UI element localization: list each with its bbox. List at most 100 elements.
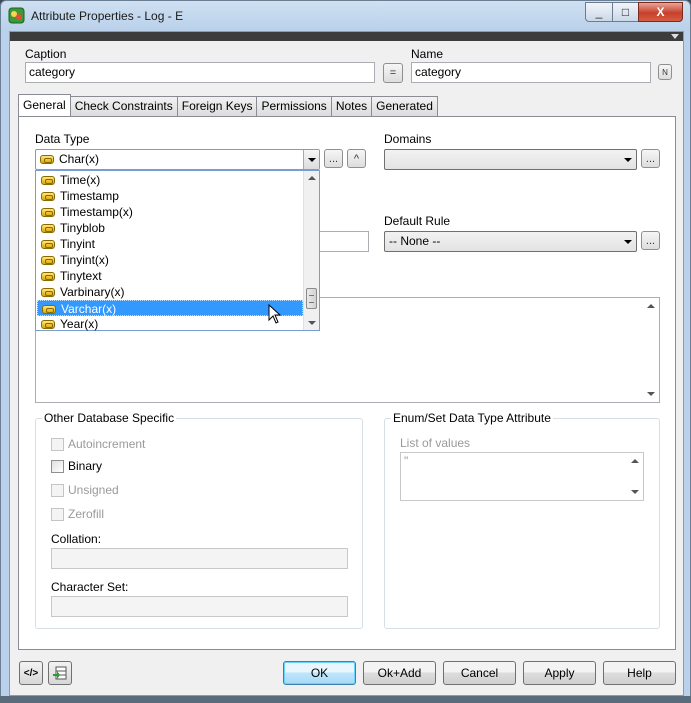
tab-permissions[interactable]: Permissions <box>256 96 332 116</box>
default-rule-ellipsis-button[interactable]: ... <box>641 231 660 250</box>
chevron-down-icon <box>307 157 316 162</box>
ellipsis-icon: ... <box>645 152 656 165</box>
default-rule-combobox[interactable]: -- None -- <box>384 231 637 252</box>
default-rule-dropdown-button[interactable] <box>620 232 636 251</box>
binary-checkbox[interactable]: Binary <box>51 459 102 473</box>
list-of-values-label: List of values <box>400 436 471 450</box>
datatype-option[interactable]: Timestamp(x) <box>37 204 303 220</box>
help-button[interactable]: Help <box>603 661 676 685</box>
list-of-values-text: " <box>404 454 409 468</box>
caption-input[interactable]: category <box>25 62 375 83</box>
minimize-icon: _ <box>595 5 603 19</box>
other-db-group: Other Database Specific Autoincrement Bi… <box>35 411 363 629</box>
tab-check-constraints[interactable]: Check Constraints <box>69 96 178 116</box>
datatype-combobox[interactable]: Char(x) <box>35 149 320 170</box>
datatype-ellipsis-button[interactable]: ... <box>324 149 343 168</box>
close-icon: X <box>656 5 665 19</box>
scroll-up-icon[interactable] <box>308 176 316 180</box>
dropdown-scrollbar[interactable] <box>303 171 319 330</box>
code-icon: </> <box>23 667 39 679</box>
domains-combobox[interactable] <box>384 149 637 170</box>
datatype-icon <box>41 192 55 202</box>
tab-foreign-keys[interactable]: Foreign Keys <box>176 96 258 116</box>
top-strip <box>10 32 683 41</box>
collation-label: Collation: <box>51 532 102 546</box>
scroll-down-icon[interactable] <box>631 490 639 494</box>
preview-button[interactable] <box>48 661 72 685</box>
unsigned-checkbox[interactable]: Unsigned <box>51 483 119 497</box>
name-input[interactable]: category <box>411 62 651 83</box>
list-scrollbar[interactable] <box>627 453 643 500</box>
caption-label: Caption <box>25 47 67 61</box>
datatype-icon <box>41 288 55 298</box>
apply-button[interactable]: Apply <box>523 661 596 685</box>
dialog-window: Attribute Properties - Log - E _ □ X Cap… <box>0 0 691 703</box>
close-button[interactable]: X <box>638 2 683 22</box>
datatype-option[interactable]: Timestamp <box>37 188 303 204</box>
datatype-selected: Char(x) <box>59 152 100 166</box>
scroll-down-icon[interactable] <box>308 321 316 325</box>
domains-ellipsis-button[interactable]: ... <box>641 149 660 168</box>
other-db-title: Other Database Specific <box>42 411 177 425</box>
datatype-icon <box>41 272 55 282</box>
app-icon <box>8 7 25 24</box>
unsigned-label: Unsigned <box>68 483 119 497</box>
mouse-cursor-icon <box>268 304 282 324</box>
chevron-down-icon <box>624 157 632 162</box>
strip-arrow-icon[interactable] <box>671 34 679 39</box>
script-button[interactable]: </> <box>19 661 43 685</box>
datatype-icon <box>41 224 55 234</box>
scroll-up-icon[interactable] <box>647 304 655 308</box>
enumset-group: Enum/Set Data Type Attribute List of val… <box>384 411 660 629</box>
name-label: Name <box>411 47 444 61</box>
tab-strip: General Check Constraints Foreign Keys P… <box>18 94 438 116</box>
domains-dropdown-button[interactable] <box>620 150 636 169</box>
caption-equals-button[interactable]: = <box>383 63 403 83</box>
autoincrement-checkbox[interactable]: Autoincrement <box>51 437 145 451</box>
ok-add-button[interactable]: Ok+Add <box>363 661 436 685</box>
scroll-down-icon[interactable] <box>647 392 655 396</box>
maximize-button[interactable]: □ <box>612 2 639 22</box>
scroll-up-icon[interactable] <box>631 459 639 463</box>
tab-generated[interactable]: Generated <box>371 96 438 116</box>
datatype-icon <box>41 320 55 330</box>
chevron-down-icon <box>624 239 632 244</box>
name-n-button[interactable]: N <box>658 64 672 80</box>
textarea-scrollbar[interactable] <box>643 298 659 402</box>
tab-notes[interactable]: Notes <box>330 96 373 116</box>
ellipsis-icon: ... <box>645 234 656 247</box>
charset-label: Character Set: <box>51 580 129 594</box>
equals-icon: = <box>389 67 397 79</box>
datatype-option-selected[interactable]: Varchar(x) <box>37 300 303 316</box>
charset-input[interactable] <box>51 596 348 617</box>
datatype-label: Data Type <box>35 132 90 146</box>
autoincrement-label: Autoincrement <box>68 437 146 451</box>
default-rule-label: Default Rule <box>384 214 451 228</box>
dialog-client: Caption category = Name category N Gener… <box>9 31 684 696</box>
datatype-option[interactable]: Varbinary(x) <box>37 284 303 300</box>
zerofill-checkbox[interactable]: Zerofill <box>51 507 104 521</box>
datatype-option[interactable]: Year(x) <box>37 316 303 332</box>
datatype-option[interactable]: Tinytext <box>37 268 303 284</box>
cancel-button[interactable]: Cancel <box>443 661 516 685</box>
window-title: Attribute Properties - Log - E <box>31 9 184 23</box>
ellipsis-icon: ... <box>328 152 339 165</box>
datatype-icon <box>41 176 55 186</box>
enumset-title: Enum/Set Data Type Attribute <box>391 411 553 425</box>
datatype-icon <box>40 155 54 165</box>
datatype-up-button[interactable]: ^ <box>347 149 366 168</box>
collation-input[interactable] <box>51 548 348 569</box>
domains-label: Domains <box>384 132 432 146</box>
datatype-option[interactable]: Tinyint(x) <box>37 252 303 268</box>
list-of-values-textarea[interactable]: " <box>400 452 644 501</box>
datatype-option[interactable]: Time(x) <box>37 172 303 188</box>
tab-general[interactable]: General <box>18 94 71 116</box>
title-bar[interactable]: Attribute Properties - Log - E _ □ X <box>1 1 690 31</box>
minimize-button[interactable]: _ <box>585 2 613 22</box>
datatype-icon <box>42 305 56 315</box>
datatype-dropdown-button[interactable] <box>303 150 319 169</box>
ok-button[interactable]: OK <box>283 661 356 685</box>
datatype-option[interactable]: Tinyint <box>37 236 303 252</box>
datatype-option[interactable]: Tinyblob <box>37 220 303 236</box>
scroll-thumb[interactable] <box>306 288 317 309</box>
